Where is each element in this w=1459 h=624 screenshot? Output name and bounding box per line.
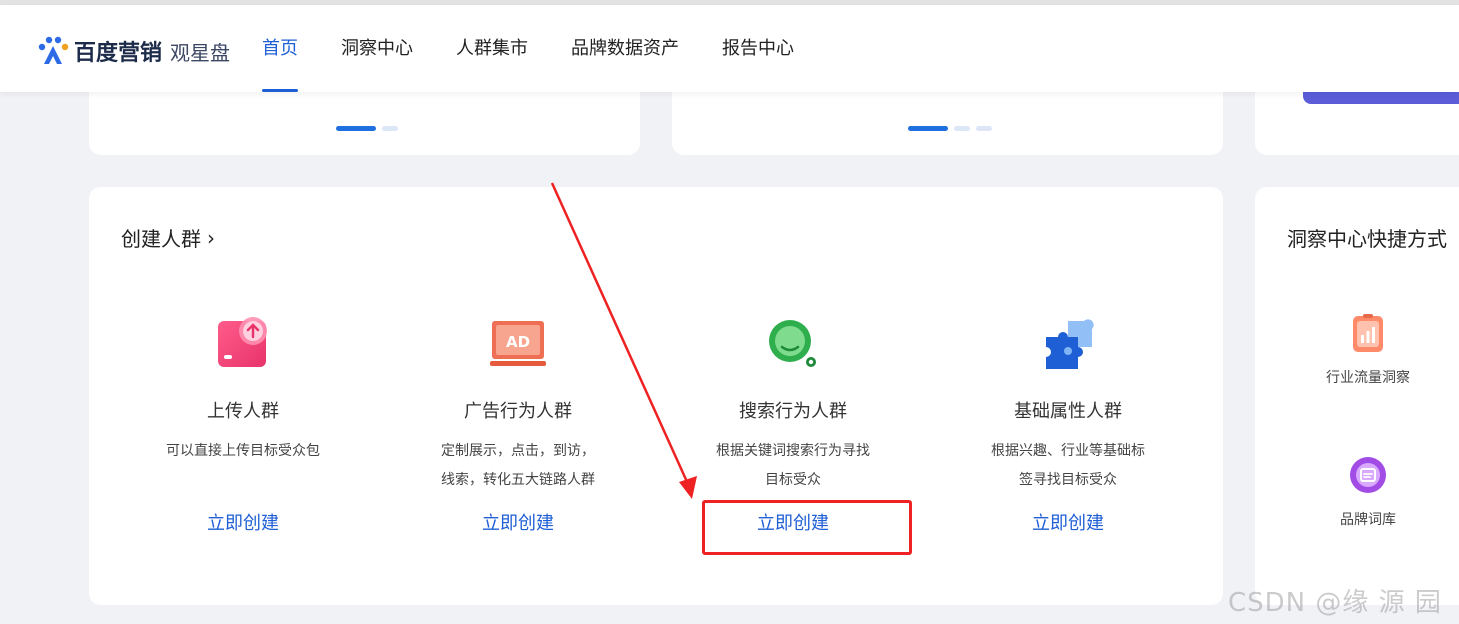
nav-item-report-center[interactable]: 报告中心: [722, 5, 794, 92]
audience-type-basic-attribute: 基础属性人群 根据兴趣、行业等基础标 签寻找目标受众 立即创建: [958, 315, 1178, 535]
logo-subtitle: 观星盘: [170, 40, 231, 65]
create-now-link-search-behavior[interactable]: 立即创建: [757, 509, 829, 535]
create-now-link-upload[interactable]: 立即创建: [207, 509, 279, 535]
desc-line: 签寻找目标受众: [1019, 472, 1117, 488]
desc-line: 定制展示，点击，到访，: [441, 443, 595, 459]
audience-type-desc: 定制展示，点击，到访， 线索，转化五大链路人群: [408, 437, 628, 495]
svg-text:AD: AD: [506, 333, 530, 351]
audience-type-title: 基础属性人群: [1014, 401, 1122, 422]
audience-type-search-behavior: 搜索行为人群 根据关键词搜索行为寻找 目标受众 立即创建: [683, 315, 903, 535]
insight-shortcuts-card: 洞察中心快捷方式 行业流量洞察 品牌词库: [1255, 187, 1459, 605]
desc-line: 根据关键词搜索行为寻找: [716, 443, 870, 459]
audience-type-upload: 上传人群 可以直接上传目标受众包 立即创建: [133, 315, 353, 535]
audience-type-title: 广告行为人群: [464, 401, 572, 422]
shortcut-label: 行业流量洞察: [1326, 370, 1410, 386]
ad-icon: AD: [488, 315, 548, 375]
create-audience-title[interactable]: 创建人群 ›: [121, 223, 215, 252]
chevron-right-icon: ›: [207, 225, 215, 250]
shortcut-industry-traffic[interactable]: 行业流量洞察: [1315, 313, 1421, 387]
carousel-dots-1: [336, 126, 398, 131]
create-audience-card: 创建人群 › 上传人群 可以直接上传目标受众包 立即创建 AD 广告行为人群 定…: [89, 187, 1223, 605]
logo[interactable]: 百度营销 观星盘: [36, 33, 230, 69]
carousel-dot[interactable]: [908, 126, 948, 131]
audience-type-title: 搜索行为人群: [739, 401, 847, 422]
audience-type-desc: 根据兴趣、行业等基础标 签寻找目标受众: [958, 437, 1178, 495]
nav-item-insight-center[interactable]: 洞察中心: [341, 5, 413, 92]
audience-type-desc: 根据关键词搜索行为寻找 目标受众: [683, 437, 903, 495]
nav-item-audience-market[interactable]: 人群集市: [456, 5, 528, 92]
carousel-dot[interactable]: [336, 126, 376, 131]
carousel-dot[interactable]: [976, 126, 992, 131]
brand-lexicon-icon: [1348, 455, 1388, 495]
create-now-link-basic-attribute[interactable]: 立即创建: [1032, 509, 1104, 535]
shortcut-label: 品牌词库: [1340, 512, 1396, 528]
nav-item-brand-data-assets[interactable]: 品牌数据资产: [571, 5, 679, 92]
carousel-dot[interactable]: [954, 126, 970, 131]
main-nav: 首页 洞察中心 人群集市 品牌数据资产 报告中心: [262, 5, 837, 92]
baidu-paw-icon: [36, 34, 70, 68]
puzzle-icon: [1038, 315, 1098, 375]
logo-text: 百度营销: [74, 41, 163, 66]
desc-line: 目标受众: [765, 472, 821, 488]
top-header: 百度营销 观星盘 首页 洞察中心 人群集市 品牌数据资产 报告中心: [0, 5, 1459, 92]
upload-icon: [213, 315, 273, 375]
watermark: CSDN @缘 源 园: [1228, 588, 1442, 618]
section-title-text: 创建人群: [121, 227, 201, 251]
insight-shortcuts-title: 洞察中心快捷方式: [1287, 227, 1447, 251]
audience-type-desc: 可以直接上传目标受众包: [133, 437, 353, 495]
nav-item-home[interactable]: 首页: [262, 5, 298, 92]
carousel-dots-2: [908, 126, 992, 131]
audience-type-title: 上传人群: [207, 401, 279, 422]
desc-line: 线索，转化五大链路人群: [441, 472, 595, 488]
create-now-link-ad-behavior[interactable]: 立即创建: [482, 509, 554, 535]
industry-traffic-icon: [1348, 313, 1388, 353]
audience-type-ad-behavior: AD 广告行为人群 定制展示，点击，到访， 线索，转化五大链路人群 立即创建: [408, 315, 628, 535]
search-icon: [763, 315, 823, 375]
shortcut-brand-lexicon[interactable]: 品牌词库: [1315, 455, 1421, 529]
desc-line: 可以直接上传目标受众包: [166, 443, 320, 459]
desc-line: 根据兴趣、行业等基础标: [991, 443, 1145, 459]
carousel-dot[interactable]: [382, 126, 398, 131]
